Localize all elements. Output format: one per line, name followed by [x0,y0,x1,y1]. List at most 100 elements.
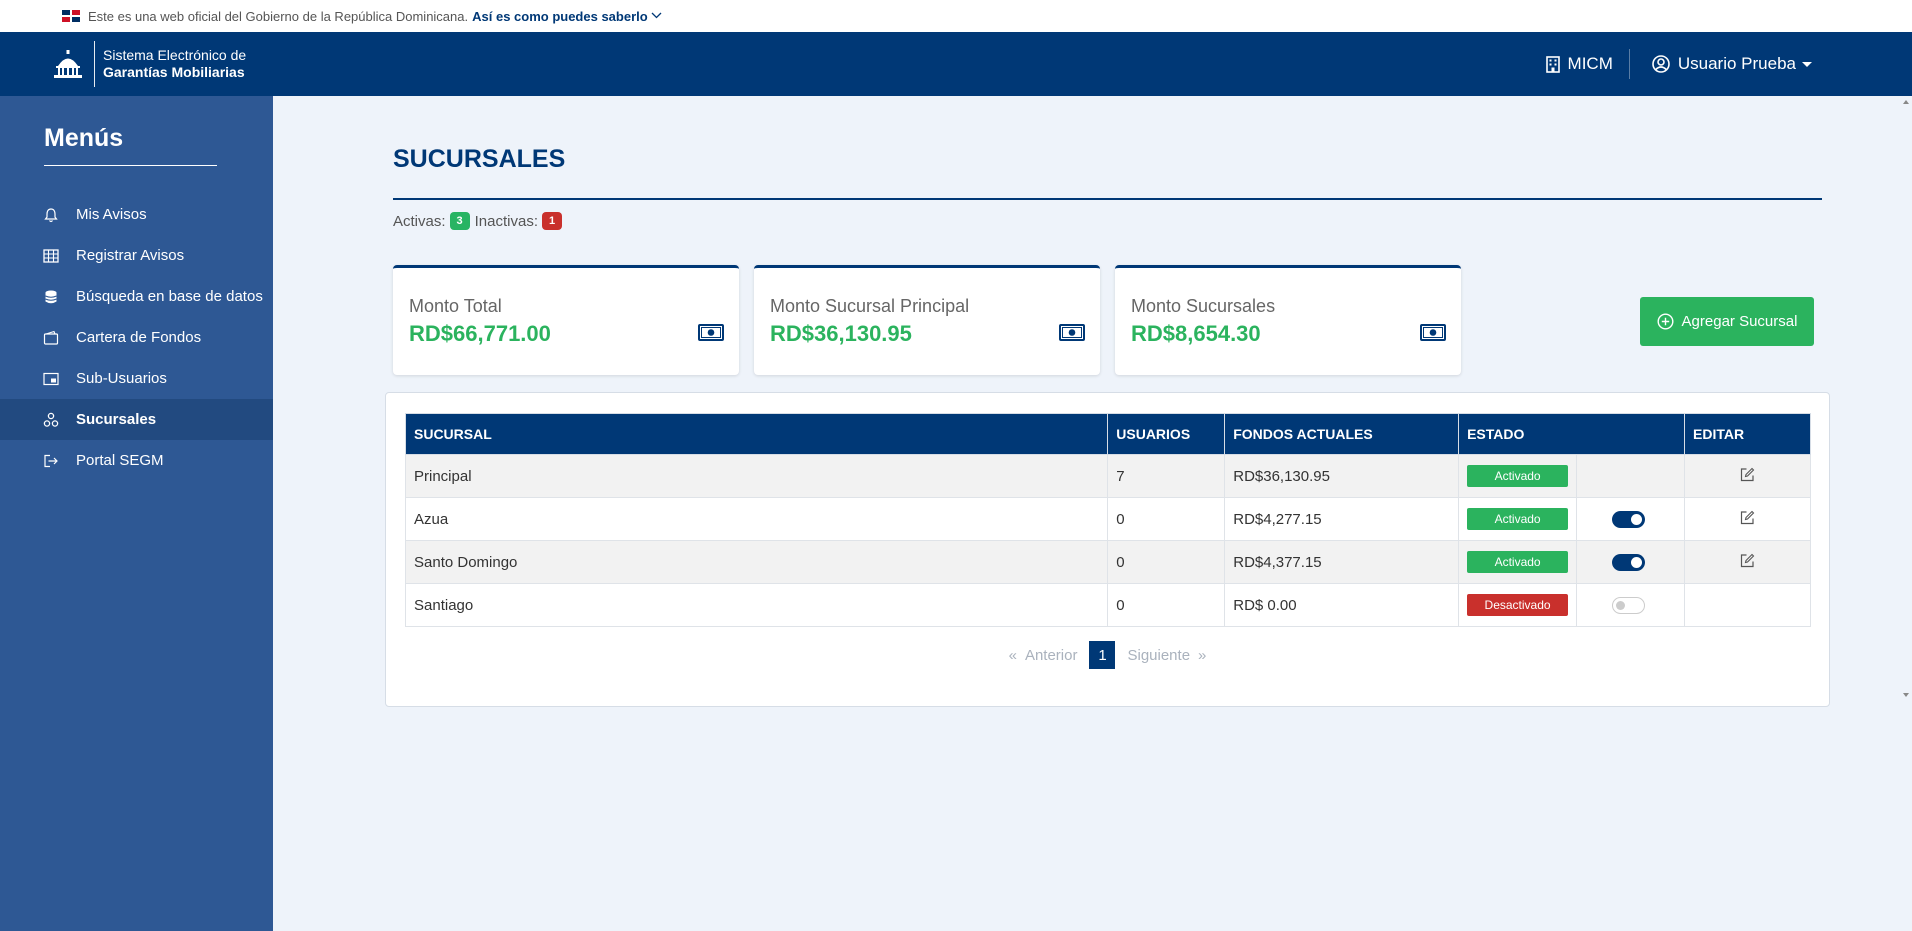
sidebar-title-underline [44,165,217,166]
cell-branch-name: Santiago [404,583,1109,627]
sidebar-item-sucursales[interactable]: Sucursales [0,399,273,440]
sidebar-item-busqueda[interactable]: Búsqueda en base de datos [0,276,273,317]
cell-branch-name: Santo Domingo [404,540,1109,584]
card-value: RD$8,654.30 [1131,321,1261,346]
branches-panel: SUCURSAL USUARIOS FONDOS ACTUALES ESTADO… [385,392,1830,707]
sidebar-item-label: Portal SEGM [76,452,164,469]
cell-status: Desactivado [1458,583,1578,627]
chevron-down-icon[interactable] [651,10,662,22]
brand[interactable]: Sistema Electrónico de Garantías Mobilia… [52,41,246,87]
sidebar-item-label: Cartera de Fondos [76,329,202,346]
top-header: Sistema Electrónico de Garantías Mobilia… [0,32,1912,96]
card-label: Monto Total [409,296,502,316]
cell-funds: RD$36,130.95 [1224,454,1460,498]
brand-line-2: Garantías Mobiliarias [103,64,245,80]
card-monto-sucursales: Monto Sucursales RD$8,654.30 [1115,265,1461,375]
database-icon [45,290,57,303]
sidebar-title: Menús [44,124,124,152]
sign-out-icon [44,454,58,467]
add-branch-label: Agregar Sucursal [1681,313,1798,330]
sidebar-item-label: Registrar Avisos [76,247,185,264]
scroll-down-arrow-icon[interactable] [1903,693,1909,697]
money-bill-icon [1059,324,1085,341]
cell-users: 0 [1107,583,1226,627]
inactive-label: Inactivas: [474,212,539,230]
sidebar-item-portal-segm[interactable]: Portal SEGM [0,440,273,481]
active-count-badge: 3 [449,212,470,230]
gov-banner: Este es una web oficial del Gobierno de … [0,0,1912,32]
sidebar-item-label: Búsqueda en base de datos [76,288,263,305]
brand-text: Sistema Electrónico de Garantías Mobilia… [103,47,246,81]
card-value: RD$36,130.95 [770,321,912,346]
cell-funds: RD$ 0.00 [1224,583,1460,627]
pagination-prev-symbol[interactable]: « [1009,647,1017,664]
table-row: Santo Domingo 0 RD$4,377.15 Activado [404,540,1811,584]
col-header-editar: EDITAR [1684,413,1811,455]
brand-line-1: Sistema Electrónico de [103,47,247,63]
pagination-current-page[interactable]: 1 [1089,641,1116,669]
col-header-estado: ESTADO [1458,413,1686,455]
col-header-sucursal: SUCURSAL [404,413,1109,455]
col-header-fondos: FONDOS ACTUALES [1224,413,1460,455]
user-menu[interactable]: Usuario Prueba [1652,54,1812,74]
user-card-icon [43,372,59,385]
cell-status: Activado [1458,540,1578,584]
sidebar: Menús Mis Avisos Registrar Avisos Búsque… [0,96,273,931]
table-row: Principal 7 RD$36,130.95 Activado [404,454,1811,498]
add-branch-button[interactable]: Agregar Sucursal [1640,297,1814,346]
cell-branch-name: Principal [404,454,1109,498]
status-toggle[interactable] [1612,553,1646,571]
plus-circle-icon [1657,313,1674,330]
card-label: Monto Sucursal Principal [770,296,970,316]
sidebar-item-label: Mis Avisos [76,206,147,223]
edit-icon[interactable] [1740,467,1755,482]
cell-toggle [1576,454,1686,498]
org-selector[interactable]: MICM [1545,54,1613,74]
money-bill-icon [1420,324,1446,341]
title-divider [393,198,1822,200]
government-dome-logo-icon [54,50,82,78]
dominican-flag-icon [62,10,80,22]
gov-banner-text: Este es una web oficial del Gobierno de … [88,8,469,24]
bell-icon [44,207,58,222]
gov-banner-link[interactable]: Así es como puedes saberlo [472,9,648,24]
cell-edit [1684,540,1811,584]
pagination-next-symbol[interactable]: » [1198,647,1206,664]
branches-table: SUCURSAL USUARIOS FONDOS ACTUALES ESTADO… [404,413,1811,627]
pagination-prev[interactable]: Anterior [1025,647,1078,664]
cell-funds: RD$4,377.15 [1224,540,1460,584]
edit-icon[interactable] [1740,510,1755,525]
edit-icon[interactable] [1740,553,1755,568]
sidebar-item-cartera[interactable]: Cartera de Fondos [0,317,273,358]
status-toggle[interactable] [1612,510,1646,528]
table-row: Santiago 0 RD$ 0.00 Desactivado [404,583,1811,627]
status-badge: Activado [1467,508,1569,530]
page-scrollbar[interactable] [1900,96,1912,931]
cell-status: Activado [1458,454,1578,498]
status-toggle[interactable] [1612,596,1646,614]
brand-divider [94,41,95,87]
sidebar-item-mis-avisos[interactable]: Mis Avisos [0,194,273,235]
cell-toggle [1576,497,1686,541]
cell-edit [1684,497,1811,541]
money-bill-icon [698,324,724,341]
header-divider [1628,49,1630,79]
table-header-row: SUCURSAL USUARIOS FONDOS ACTUALES ESTADO… [404,413,1811,455]
table-grid-icon [43,248,59,263]
sidebar-item-sub-usuarios[interactable]: Sub-Usuarios [0,358,273,399]
org-name: MICM [1567,54,1613,73]
branches-icon [43,412,59,427]
card-monto-total: Monto Total RD$66,771.00 [393,265,739,375]
cell-toggle [1576,540,1686,584]
wallet-icon [43,330,59,345]
status-badge: Activado [1467,465,1569,487]
pagination-next[interactable]: Siguiente [1127,647,1190,664]
status-badge: Desactivado [1467,594,1569,616]
status-badge: Activado [1467,551,1569,573]
cell-funds: RD$4,277.15 [1224,497,1460,541]
pagination: « Anterior 1 Siguiente » [386,641,1829,669]
sidebar-item-registrar-avisos[interactable]: Registrar Avisos [0,235,273,276]
cell-edit [1684,454,1811,498]
building-icon [1545,55,1560,73]
scroll-up-arrow-icon[interactable] [1903,100,1909,104]
